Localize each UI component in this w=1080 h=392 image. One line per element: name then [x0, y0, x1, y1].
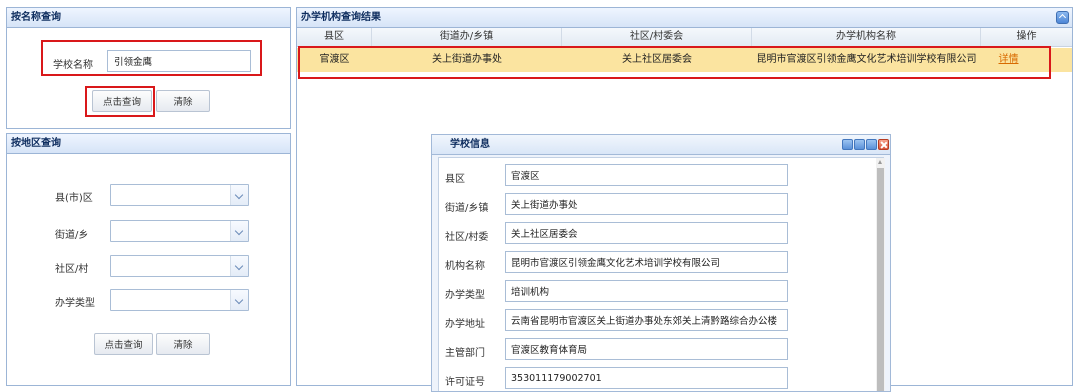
field-school-type[interactable] [505, 280, 788, 302]
table-row[interactable]: 官渡区 关上街道办事处 关上社区居委会 昆明市官渡区引领金鹰文化艺术培训学校有限… [297, 48, 1072, 72]
cell-school-name: 昆明市官渡区引领金鹰文化艺术培训学校有限公司 [756, 54, 977, 65]
scrollbar-thumb[interactable] [877, 168, 884, 391]
scroll-up-icon[interactable] [878, 160, 882, 164]
field-label-license: 许可证号 [445, 377, 485, 388]
minimize-icon[interactable] [854, 139, 865, 150]
region-search-panel: 按地区查询 县(市)区 街道/乡 社区/村 办学类型 点击查询 清除 [6, 133, 291, 386]
field-org-name[interactable] [505, 251, 788, 273]
name-query-button[interactable]: 点击查询 [92, 90, 152, 112]
cell-county: 官渡区 [319, 54, 350, 65]
county-label: 县(市)区 [55, 193, 93, 204]
col-county: 县区 [297, 28, 372, 47]
field-label-community: 社区/村委 [445, 232, 489, 243]
name-clear-button[interactable]: 清除 [156, 90, 210, 112]
field-address[interactable] [505, 309, 788, 331]
results-title: 办学机构查询结果 [297, 8, 1072, 28]
field-label-org-name: 机构名称 [445, 261, 485, 272]
school-name-input[interactable] [107, 50, 251, 72]
results-table-header: 县区 街道办/乡镇 社区/村委会 办学机构名称 操作 [297, 28, 1072, 47]
region-search-title: 按地区查询 [7, 134, 290, 154]
community-label: 社区/村 [55, 264, 89, 275]
community-select[interactable] [110, 255, 249, 277]
field-authority[interactable] [505, 338, 788, 360]
field-license[interactable] [505, 367, 788, 389]
close-icon[interactable] [878, 139, 889, 150]
field-label-county: 县区 [445, 174, 465, 185]
name-search-panel: 按名称查询 学校名称 点击查询 清除 [6, 7, 291, 129]
dialog-scrollbar[interactable] [876, 158, 885, 391]
chevron-down-icon [230, 256, 248, 276]
school-type-label: 办学类型 [55, 298, 95, 309]
name-search-title: 按名称查询 [7, 8, 290, 28]
county-select[interactable] [110, 184, 249, 206]
field-label-school-type: 办学类型 [445, 290, 485, 301]
col-action: 操作 [1016, 31, 1037, 42]
street-label: 街道/乡 [55, 230, 89, 241]
school-info-dialog: 学校信息 县区 街道/乡镇 社区/村委 机构名称 办学类型 办学地址 主管部门 … [431, 134, 891, 392]
chevron-down-icon [230, 185, 248, 205]
col-school-name: 办学机构名称 [752, 28, 981, 47]
field-label-address: 办学地址 [445, 319, 485, 330]
dialog-body: 县区 街道/乡镇 社区/村委 机构名称 办学类型 办学地址 主管部门 许可证号 [438, 157, 885, 391]
region-clear-button[interactable]: 清除 [156, 333, 210, 355]
col-street: 街道办/乡镇 [372, 28, 562, 47]
street-select[interactable] [110, 220, 249, 242]
field-community[interactable] [505, 222, 788, 244]
chevron-down-icon [230, 221, 248, 241]
field-label-street: 街道/乡镇 [445, 203, 489, 214]
collapse-icon[interactable] [1056, 11, 1069, 24]
region-query-button[interactable]: 点击查询 [94, 333, 153, 355]
maximize-icon[interactable] [866, 139, 877, 150]
cell-community: 关上社区居委会 [622, 54, 692, 65]
field-county[interactable] [505, 164, 788, 186]
dialog-title: 学校信息 [432, 135, 890, 155]
details-link[interactable]: 详情 [981, 48, 1036, 72]
chevron-down-icon [230, 290, 248, 310]
field-street[interactable] [505, 193, 788, 215]
cell-street: 关上街道办事处 [432, 54, 502, 65]
collapse-icon[interactable] [842, 139, 853, 150]
field-label-authority: 主管部门 [445, 348, 485, 359]
school-name-label: 学校名称 [53, 60, 93, 71]
school-type-select[interactable] [110, 289, 249, 311]
col-community: 社区/村委会 [562, 28, 752, 47]
